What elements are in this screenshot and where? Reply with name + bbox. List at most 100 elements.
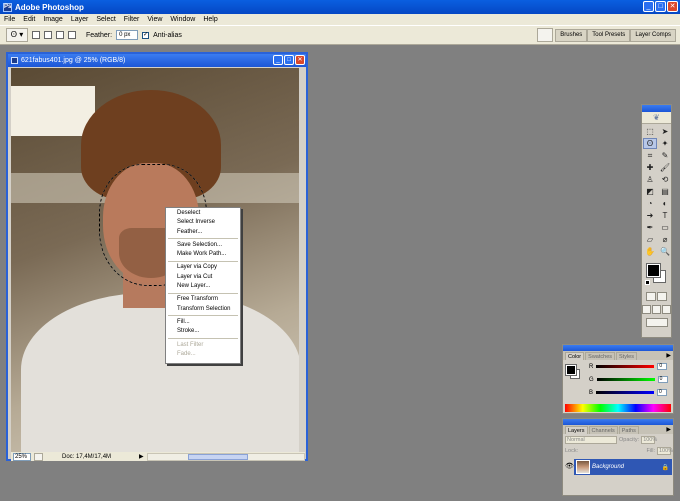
gradient-icon[interactable]: ▤: [658, 186, 672, 197]
tab-layer-comps[interactable]: Layer Comps: [630, 29, 676, 42]
toolbox-title-bar[interactable]: [642, 105, 671, 112]
color-spectrum-ramp[interactable]: [565, 404, 671, 412]
layer-row[interactable]: 👁 Background 🔒: [565, 459, 672, 475]
dodge-icon[interactable]: ◐: [658, 198, 672, 209]
blue-slider[interactable]: [596, 391, 655, 394]
scrollbar-thumb[interactable]: [187, 453, 248, 460]
palette-well-icon[interactable]: [537, 28, 554, 42]
menu-edit[interactable]: Edit: [23, 16, 35, 23]
status-menu-arrow-icon[interactable]: ▶: [139, 453, 144, 460]
menu-file[interactable]: File: [4, 16, 15, 23]
healing-brush-icon[interactable]: ✚: [643, 162, 657, 173]
menu-item-make-work-path[interactable]: Make Work Path...: [166, 250, 240, 259]
shape-icon[interactable]: ▭: [658, 222, 672, 233]
add-selection-icon[interactable]: [44, 31, 52, 39]
zoom-level[interactable]: 25%: [13, 452, 31, 461]
feather-input[interactable]: 0 px: [116, 30, 139, 40]
subtract-selection-icon[interactable]: [56, 31, 64, 39]
path-selection-icon[interactable]: ➜: [643, 210, 657, 221]
red-slider[interactable]: [596, 365, 655, 368]
green-value[interactable]: 0: [657, 376, 668, 383]
adobe-feather-icon[interactable]: ❦: [642, 112, 671, 124]
green-slider[interactable]: [596, 378, 655, 381]
eye-icon[interactable]: 👁: [565, 459, 574, 475]
menu-view[interactable]: View: [147, 16, 162, 23]
menu-help[interactable]: Help: [203, 16, 217, 23]
tab-brushes[interactable]: Brushes: [555, 29, 588, 42]
tab-color[interactable]: Color: [565, 352, 585, 360]
green-label: G: [589, 376, 594, 383]
type-icon[interactable]: T: [658, 210, 672, 221]
intersect-selection-icon[interactable]: [68, 31, 76, 39]
close-button[interactable]: ✕: [667, 1, 678, 12]
window-controls: _ □ ✕: [643, 1, 678, 12]
clone-stamp-icon[interactable]: ♙: [643, 174, 657, 185]
menu-item-new-layer[interactable]: New Layer...: [166, 282, 240, 291]
tab-layers[interactable]: Layers: [565, 426, 588, 434]
palette-foreground-swatch[interactable]: [565, 364, 577, 376]
blend-mode-select[interactable]: Normal: [565, 436, 617, 444]
zoom-icon[interactable]: 🔍: [658, 246, 672, 257]
minimize-button[interactable]: _: [643, 1, 654, 12]
tab-tool-presets[interactable]: Tool Presets: [587, 29, 631, 42]
magic-wand-icon[interactable]: ✦: [658, 138, 672, 149]
full-screen-mode-icon[interactable]: [662, 305, 671, 314]
full-screen-menu-mode-icon[interactable]: [652, 305, 661, 314]
maximize-button[interactable]: □: [655, 1, 666, 12]
crop-icon[interactable]: ⌗: [643, 150, 657, 161]
new-selection-icon[interactable]: [32, 31, 40, 39]
menu-filter[interactable]: Filter: [124, 16, 140, 23]
tab-styles[interactable]: Styles: [616, 352, 637, 360]
hand-icon[interactable]: ✋: [643, 246, 657, 257]
document-close-button[interactable]: ✕: [295, 55, 305, 65]
image-canvas[interactable]: [11, 68, 299, 452]
layers-menu-icon[interactable]: ▶: [666, 426, 673, 434]
menu-select[interactable]: Select: [96, 16, 115, 23]
slice-icon[interactable]: ✎: [658, 150, 672, 161]
document-maximize-button[interactable]: □: [284, 55, 294, 65]
red-value[interactable]: 0: [657, 363, 668, 370]
opacity-input[interactable]: 100%: [641, 436, 657, 444]
menu-item-fill[interactable]: Fill...: [166, 318, 240, 327]
menu-item-layer-via-cut[interactable]: Layer via Cut: [166, 273, 240, 282]
eraser-icon[interactable]: ◩: [643, 186, 657, 197]
menu-image[interactable]: Image: [43, 16, 62, 23]
quick-mask-mode-icon[interactable]: [657, 292, 667, 301]
blur-icon[interactable]: ◔: [643, 198, 657, 209]
document-minimize-button[interactable]: _: [273, 55, 283, 65]
anti-alias-checkbox[interactable]: ✓: [142, 31, 150, 39]
eyedropper-icon[interactable]: ⌀: [658, 234, 672, 245]
lasso-icon[interactable]: ʘ: [643, 138, 657, 149]
menu-item-select-inverse[interactable]: Select Inverse: [166, 218, 240, 227]
history-brush-icon[interactable]: ⟲: [658, 174, 672, 185]
pen-icon[interactable]: ✒: [643, 222, 657, 233]
menu-item-fade: Fade...: [177, 350, 196, 357]
tab-paths[interactable]: Paths: [618, 426, 639, 434]
fill-input[interactable]: 100%: [657, 446, 673, 455]
menu-item-feather[interactable]: Feather...: [166, 228, 240, 237]
standard-screen-mode-icon[interactable]: [642, 305, 651, 314]
menu-item-layer-via-copy[interactable]: Layer via Copy: [166, 263, 240, 272]
jump-to-imageready-icon[interactable]: [645, 318, 668, 327]
tab-swatches[interactable]: Swatches: [585, 352, 616, 360]
menu-layer[interactable]: Layer: [71, 16, 89, 23]
foreground-color-swatch[interactable]: [646, 263, 661, 278]
menu-item-save-selection[interactable]: Save Selection...: [166, 241, 240, 250]
blue-value[interactable]: 0: [657, 389, 668, 396]
horizontal-scrollbar[interactable]: [146, 452, 305, 461]
move-icon[interactable]: ➤: [658, 126, 672, 137]
default-colors-icon[interactable]: [645, 280, 650, 285]
standard-mode-icon[interactable]: [646, 292, 656, 301]
menu-item-deselect[interactable]: Deselect: [166, 209, 240, 218]
rectangular-marquee-icon[interactable]: ⬚: [643, 126, 657, 137]
palette-menu-icon[interactable]: ▶: [666, 352, 673, 360]
menu-item-free-transform[interactable]: Free Transform: [166, 295, 240, 304]
menu-item-transform-selection[interactable]: Transform Selection: [166, 305, 240, 314]
tab-channels[interactable]: Channels: [588, 426, 618, 434]
lasso-icon[interactable]: ʘ ▾: [6, 28, 28, 42]
menu-window[interactable]: Window: [170, 16, 195, 23]
notes-icon[interactable]: ▱: [643, 234, 657, 245]
brush-icon[interactable]: 🖌: [658, 162, 672, 173]
menu-item-stroke[interactable]: Stroke...: [166, 327, 240, 336]
status-info-icon[interactable]: [34, 452, 43, 461]
